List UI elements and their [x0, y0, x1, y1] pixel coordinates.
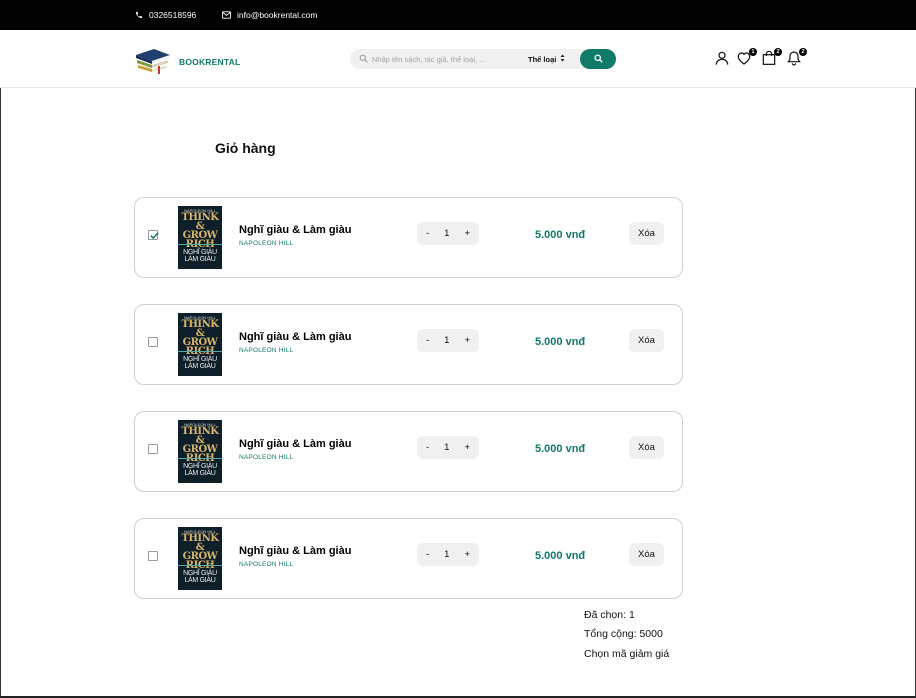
account-button[interactable]	[714, 50, 732, 68]
book-cover: NAPOLEON HILLTHINK &GROWRICHNGHĨ GIÀULÀM…	[178, 206, 222, 269]
cart-button[interactable]: 2	[761, 48, 782, 70]
select-checkbox[interactable]	[148, 551, 158, 561]
cover-vn-title: NGHĨ GIÀU LÀM GIÀU	[178, 570, 222, 584]
book-title[interactable]: Nghĩ giàu & Làm giàu	[239, 545, 351, 557]
voucher-link[interactable]: Chọn mã giảm giá	[584, 648, 669, 660]
wishlist-count-badge: 1	[749, 48, 757, 56]
cover-vn-line: NGHĨ GIÀU	[183, 356, 217, 363]
sort-icon	[560, 54, 565, 64]
mail-icon	[222, 11, 231, 19]
total-amount: Tổng cộng: 5000	[584, 628, 663, 640]
quantity-stepper: - 1 +	[417, 329, 479, 352]
cart-item: NAPOLEON HILLTHINK &GROWRICHNGHĨ GIÀULÀM…	[134, 197, 683, 278]
phone-number: 0326518596	[149, 10, 197, 20]
quantity-value: 1	[444, 549, 450, 560]
cover-title-line: THINK &	[181, 533, 219, 553]
decrease-button[interactable]: -	[426, 228, 429, 239]
increase-button[interactable]: +	[464, 442, 470, 453]
email-address: info@bookrental.com	[237, 10, 318, 20]
quantity-value: 1	[444, 442, 450, 453]
search-icon	[359, 50, 368, 68]
increase-button[interactable]: +	[464, 335, 470, 346]
item-price: 5.000 vnđ	[535, 336, 586, 348]
top-contact-bar: 0326518596 info@bookrental.com	[0, 0, 916, 30]
cover-divider	[178, 565, 222, 566]
wishlist-button[interactable]: 1	[736, 48, 757, 70]
cover-vn-line: NGHĨ GIÀU	[183, 570, 217, 577]
cover-vn-line: LÀM GIÀU	[184, 256, 216, 263]
delete-button[interactable]: Xóa	[629, 436, 664, 459]
category-label: Thể loại	[528, 54, 557, 64]
phone-icon	[135, 11, 143, 19]
cover-divider	[178, 458, 222, 459]
books-logo-icon	[134, 43, 171, 80]
item-price: 5.000 vnđ	[535, 550, 586, 562]
delete-button[interactable]: Xóa	[629, 222, 664, 245]
book-title[interactable]: Nghĩ giàu & Làm giàu	[239, 331, 351, 343]
quantity-stepper: - 1 +	[417, 543, 479, 566]
search-icon	[593, 50, 603, 68]
cart-count-badge: 2	[774, 48, 782, 56]
brand-name: BOOKRENTAL	[179, 56, 241, 67]
cover-vn-line: NGHĨ GIÀU	[183, 249, 217, 256]
select-checkbox[interactable]	[148, 337, 158, 347]
cover-title-line: THINK &	[181, 212, 219, 232]
quantity-stepper: - 1 +	[417, 222, 479, 245]
heart-icon	[736, 52, 752, 70]
select-checkbox[interactable]	[148, 230, 159, 240]
decrease-button[interactable]: -	[426, 549, 429, 560]
cover-vn-line: NGHĨ GIÀU	[183, 463, 217, 470]
search-bar: Nhập tên sách, tác giả, thể loại, ... Th…	[350, 49, 616, 69]
book-author: NAPOLEON HILL	[239, 240, 294, 247]
cover-divider	[178, 244, 222, 245]
book-cover: NAPOLEON HILLTHINK &GROWRICHNGHĨ GIÀULÀM…	[178, 420, 222, 483]
cover-vn-title: NGHĨ GIÀU LÀM GIÀU	[178, 249, 222, 263]
decrease-button[interactable]: -	[426, 335, 429, 346]
cover-vn-title: NGHĨ GIÀU LÀM GIÀU	[178, 356, 222, 370]
delete-button[interactable]: Xóa	[629, 543, 664, 566]
cover-vn-line: LÀM GIÀU	[184, 470, 216, 477]
user-icon	[714, 51, 730, 70]
increase-button[interactable]: +	[464, 549, 470, 560]
brand-logo[interactable]: BOOKRENTAL	[134, 43, 240, 80]
bag-icon	[761, 50, 777, 70]
select-checkbox[interactable]	[148, 444, 158, 454]
book-cover: NAPOLEON HILLTHINK &GROWRICHNGHĨ GIÀULÀM…	[178, 527, 222, 590]
book-author: NAPOLEON HILL	[239, 347, 294, 354]
cart-item: NAPOLEON HILLTHINK &GROWRICHNGHĨ GIÀULÀM…	[134, 304, 683, 385]
delete-button[interactable]: Xóa	[629, 329, 664, 352]
selected-count: Đã chọn: 1	[584, 609, 635, 621]
phone-contact[interactable]: 0326518596	[135, 0, 196, 30]
book-cover: NAPOLEON HILLTHINK &GROWRICHNGHĨ GIÀULÀM…	[178, 313, 222, 376]
item-price: 5.000 vnđ	[535, 443, 586, 455]
quantity-value: 1	[444, 335, 450, 346]
email-contact[interactable]: info@bookrental.com	[222, 0, 317, 30]
notification-count-badge: 2	[799, 48, 807, 56]
cart-item: NAPOLEON HILLTHINK &GROWRICHNGHĨ GIÀULÀM…	[134, 411, 683, 492]
book-title[interactable]: Nghĩ giàu & Làm giàu	[239, 438, 351, 450]
bell-icon	[786, 51, 802, 70]
decrease-button[interactable]: -	[426, 442, 429, 453]
increase-button[interactable]: +	[464, 228, 470, 239]
item-price: 5.000 vnđ	[535, 229, 586, 241]
cover-vn-line: LÀM GIÀU	[184, 577, 216, 584]
page-title: Giỏ hàng	[215, 140, 276, 156]
cover-divider	[178, 351, 222, 352]
cover-title-line: THINK &	[181, 426, 219, 446]
quantity-stepper: - 1 +	[417, 436, 479, 459]
cart-item: NAPOLEON HILLTHINK &GROWRICHNGHĨ GIÀULÀM…	[134, 518, 683, 599]
search-button[interactable]	[580, 49, 616, 69]
book-author: NAPOLEON HILL	[239, 454, 294, 461]
cover-title-line: THINK &	[181, 319, 219, 339]
cover-vn-title: NGHĨ GIÀU LÀM GIÀU	[178, 463, 222, 477]
search-input[interactable]: Nhập tên sách, tác giả, thể loại, ...	[372, 55, 517, 64]
notification-button[interactable]: 2	[786, 48, 807, 70]
cover-vn-line: LÀM GIÀU	[184, 363, 216, 370]
quantity-value: 1	[444, 228, 450, 239]
book-author: NAPOLEON HILL	[239, 561, 294, 568]
book-title[interactable]: Nghĩ giàu & Làm giàu	[239, 224, 351, 236]
category-select[interactable]: Thể loại	[528, 49, 565, 69]
